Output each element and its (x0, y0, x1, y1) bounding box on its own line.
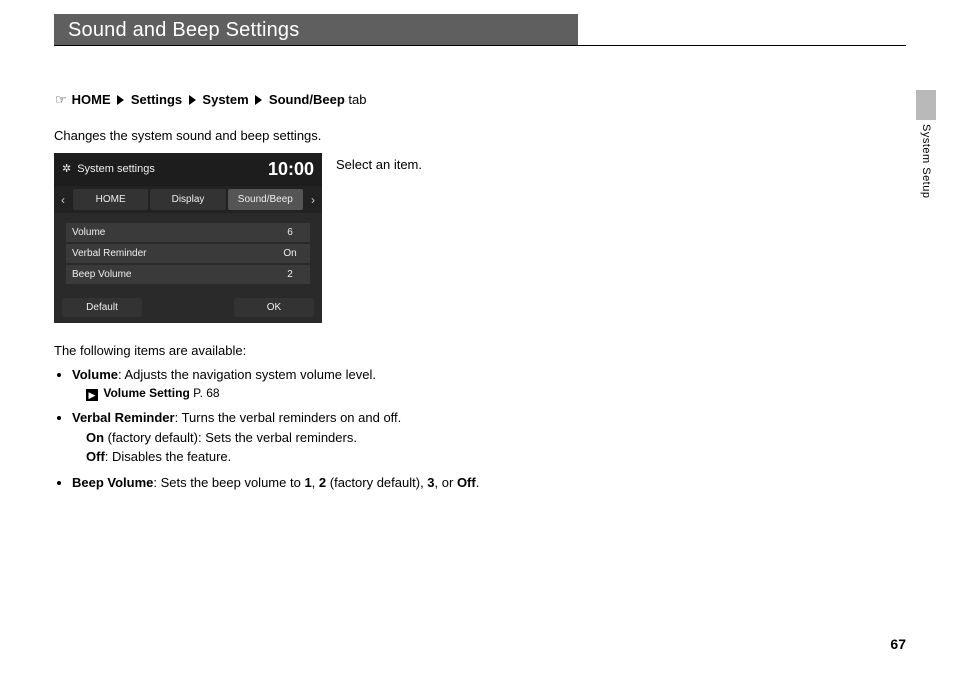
bullet-verbal: Verbal Reminder: Turns the verbal remind… (72, 408, 906, 467)
verbal-on-desc: (factory default): Sets the verbal remin… (104, 430, 357, 445)
bullet-verbal-desc: : Turns the verbal reminders on and off. (175, 410, 402, 425)
bullet-beep-name: Beep Volume (72, 475, 153, 490)
page-number: 67 (890, 636, 906, 652)
breadcrumb-item-system: System (202, 92, 248, 107)
device-tab-soundbeep: Sound/Beep (228, 189, 303, 210)
device-default-button: Default (62, 298, 142, 317)
beep-v3: 3 (427, 475, 434, 490)
bullet-beep-desc-pre: : Sets the beep volume to (153, 475, 304, 490)
device-tab-display: Display (150, 189, 225, 210)
beep-c4: . (476, 475, 480, 490)
breadcrumb-suffix: tab (345, 92, 367, 107)
device-row-label: Beep Volume (72, 267, 132, 282)
device-row-beep: Beep Volume 2 (66, 265, 310, 284)
hand-icon: ☞ (54, 90, 68, 110)
device-row-label: Verbal Reminder (72, 246, 146, 261)
beep-c2: (factory default), (326, 475, 427, 490)
bullet-verbal-name: Verbal Reminder (72, 410, 175, 425)
title-rule (54, 45, 906, 46)
instruction-text: Select an item. (336, 153, 422, 175)
device-row-verbal: Verbal Reminder On (66, 244, 310, 263)
bullet-volume-desc: : Adjusts the navigation system volume l… (118, 367, 376, 382)
beep-c3: , or (435, 475, 457, 490)
side-tab-box (916, 90, 936, 120)
device-row-label: Volume (72, 225, 105, 240)
verbal-on-label: On (86, 430, 104, 445)
intro-text: Changes the system sound and beep settin… (54, 126, 906, 146)
page-title: Sound and Beep Settings (54, 14, 578, 46)
bullet-beep: Beep Volume: Sets the beep volume to 1 , … (72, 473, 906, 493)
beep-c1: , (312, 475, 319, 490)
section-label: System Setup (920, 124, 932, 198)
bullet-volume-name: Volume (72, 367, 118, 382)
device-screenshot: ✲ System settings 10:00 ‹ HOME Display S… (54, 153, 322, 323)
device-row-volume: Volume 6 (66, 223, 310, 242)
breadcrumb: ☞ HOME Settings System Sound/Beep tab (54, 90, 906, 110)
device-row-value: 2 (276, 267, 304, 282)
device-ok-button: OK (234, 298, 314, 317)
volume-link-page: P. 68 (190, 386, 220, 400)
chevron-right-icon (189, 95, 196, 105)
device-tab-home: HOME (73, 189, 148, 210)
bullet-volume: Volume: Adjusts the navigation system vo… (72, 365, 906, 403)
gear-icon: ✲ (62, 161, 71, 178)
volume-link-label: Volume Setting (103, 386, 189, 400)
breadcrumb-item-settings: Settings (131, 92, 182, 107)
chevron-right-icon (117, 95, 124, 105)
title-bar: Sound and Beep Settings (54, 14, 906, 46)
chevron-right-icon (255, 95, 262, 105)
beep-v1: 1 (304, 475, 311, 490)
breadcrumb-item-soundbeep: Sound/Beep (269, 92, 345, 107)
chevron-right-icon: › (304, 191, 322, 209)
device-header-title: System settings (77, 161, 155, 178)
device-time: 10:00 (268, 156, 314, 183)
breadcrumb-item-home: HOME (72, 92, 111, 107)
device-row-value: 6 (276, 225, 304, 240)
beep-v4: Off (457, 475, 476, 490)
device-row-value: On (276, 246, 304, 261)
available-intro: The following items are available: (54, 341, 906, 361)
chevron-left-icon: ‹ (54, 191, 72, 209)
device-tabs: ‹ HOME Display Sound/Beep › (54, 186, 322, 213)
verbal-off-desc: : Disables the feature. (105, 449, 231, 464)
link-icon: ▶ (86, 389, 98, 401)
verbal-off-label: Off (86, 449, 105, 464)
